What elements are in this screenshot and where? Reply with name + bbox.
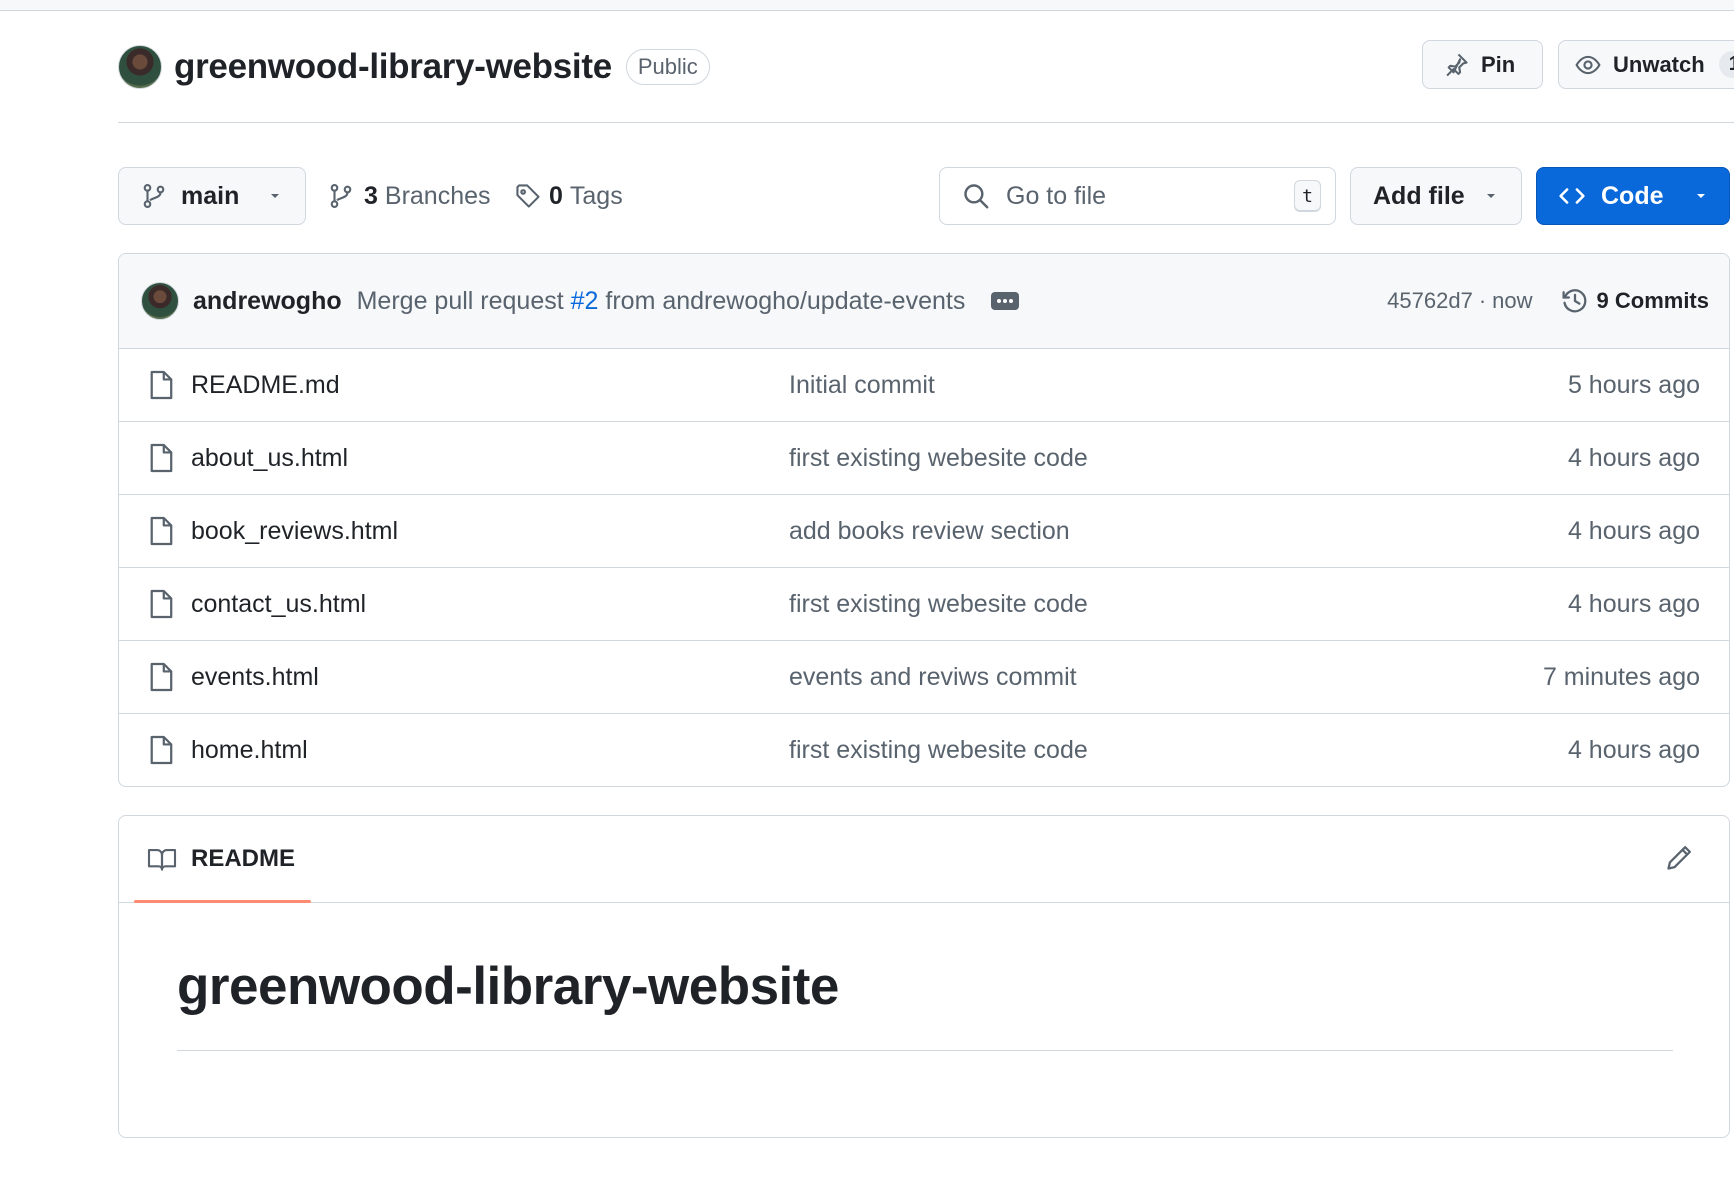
commit-message-suffix: from andrewogho/update-events xyxy=(605,286,966,315)
branch-name: main xyxy=(181,181,240,210)
file-table: andrewogho Merge pull request #2 from an… xyxy=(118,253,1730,787)
commits-history-link[interactable]: 9 Commits xyxy=(1561,287,1709,315)
pin-label: Pin xyxy=(1481,51,1516,77)
header-divider xyxy=(118,122,1734,123)
unwatch-button[interactable]: Unwatch 1 xyxy=(1558,40,1734,89)
code-label: Code xyxy=(1601,181,1664,210)
file-icon xyxy=(148,589,174,619)
caret-down-icon xyxy=(267,188,283,204)
file-icon xyxy=(148,735,174,765)
pencil-icon xyxy=(1665,844,1693,872)
pin-icon xyxy=(1443,52,1469,78)
file-name-link[interactable]: about_us.html xyxy=(191,444,789,473)
caret-down-icon xyxy=(1483,188,1499,204)
commit-author[interactable]: andrewogho xyxy=(193,287,342,316)
file-commit-message[interactable]: first existing webesite code xyxy=(789,590,1568,619)
readme-heading-rule xyxy=(177,1050,1673,1051)
book-icon xyxy=(147,846,177,872)
readme-tab-label: README xyxy=(191,845,296,872)
file-commit-age: 4 hours ago xyxy=(1567,589,1700,618)
pin-button[interactable]: Pin xyxy=(1422,40,1543,89)
edit-readme-button[interactable] xyxy=(1665,844,1693,872)
commit-author-avatar[interactable] xyxy=(141,282,179,320)
readme-heading: greenwood-library-website xyxy=(177,957,839,1016)
file-commit-message[interactable]: events and reviws commit xyxy=(789,663,1543,692)
commit-time: now xyxy=(1492,288,1533,313)
keyboard-shortcut-hint: t xyxy=(1294,180,1321,212)
file-commit-age: 4 hours ago xyxy=(1567,443,1700,472)
table-row[interactable]: README.md Initial commit 5 hours ago xyxy=(119,349,1729,422)
commit-message[interactable]: Merge pull request #2 from andrewogho/up… xyxy=(357,287,966,316)
file-icon xyxy=(148,443,174,473)
watch-count: 1 xyxy=(1718,51,1734,78)
pull-request-link[interactable]: #2 xyxy=(571,287,599,315)
search-icon xyxy=(962,182,990,210)
tags-count: 0 xyxy=(549,181,563,210)
commit-meta: 45762d7 · now 9 Commits xyxy=(1387,287,1709,315)
file-name-link[interactable]: contact_us.html xyxy=(191,590,789,619)
file-commit-message[interactable]: first existing webesite code xyxy=(789,736,1568,765)
file-name-link[interactable]: home.html xyxy=(191,736,789,765)
commit-sha[interactable]: 45762d7 xyxy=(1387,288,1473,314)
file-commit-age: 5 hours ago xyxy=(1567,370,1700,399)
table-row[interactable]: book_reviews.html add books review secti… xyxy=(119,495,1729,568)
file-commit-message[interactable]: add books review section xyxy=(789,517,1568,546)
caret-down-icon xyxy=(1693,188,1709,204)
eye-icon xyxy=(1575,52,1601,78)
table-row[interactable]: home.html first existing webesite code 4… xyxy=(119,714,1729,786)
commits-count-label: 9 Commits xyxy=(1596,288,1709,313)
git-branch-icon xyxy=(141,183,167,209)
file-icon xyxy=(148,662,174,692)
file-icon xyxy=(148,516,174,546)
git-branch-icon xyxy=(328,183,354,209)
file-commit-message[interactable]: Initial commit xyxy=(789,371,1568,400)
commit-message-prefix: Merge pull request xyxy=(356,286,564,315)
tags-label: Tags xyxy=(569,181,623,210)
unwatch-label: Unwatch xyxy=(1613,51,1705,77)
active-tab-indicator xyxy=(134,900,311,903)
repo-header: greenwood-library-website Public xyxy=(118,42,710,92)
branches-link[interactable]: 3 Branches xyxy=(328,176,491,216)
file-name-link[interactable]: events.html xyxy=(191,663,789,692)
file-name-link[interactable]: book_reviews.html xyxy=(191,517,789,546)
commit-meta-separator: · xyxy=(1478,288,1487,313)
search-placeholder: Go to file xyxy=(1006,181,1107,210)
table-row[interactable]: about_us.html first existing webesite co… xyxy=(119,422,1729,495)
add-file-label: Add file xyxy=(1373,181,1465,210)
branches-count: 3 xyxy=(364,181,378,210)
branches-label: Branches xyxy=(384,181,491,210)
tags-link[interactable]: 0 Tags xyxy=(515,176,623,216)
top-edge-bar xyxy=(0,0,1734,11)
expand-commit-message-button[interactable] xyxy=(991,292,1020,310)
table-row[interactable]: contact_us.html first existing webesite … xyxy=(119,568,1729,641)
file-name-link[interactable]: README.md xyxy=(191,371,789,400)
file-icon xyxy=(148,370,174,400)
visibility-badge: Public xyxy=(625,49,710,85)
tag-icon xyxy=(515,183,541,209)
add-file-button[interactable]: Add file xyxy=(1350,167,1522,225)
repo-title[interactable]: greenwood-library-website xyxy=(174,47,612,87)
history-icon xyxy=(1561,287,1589,315)
go-to-file-input[interactable]: Go to file t xyxy=(939,167,1336,225)
latest-commit-row: andrewogho Merge pull request #2 from an… xyxy=(119,254,1729,349)
owner-avatar[interactable] xyxy=(118,45,162,89)
file-commit-age: 4 hours ago xyxy=(1567,735,1700,764)
file-commit-message[interactable]: first existing webesite code xyxy=(789,444,1568,473)
readme-tab[interactable]: README xyxy=(119,816,1729,903)
code-icon xyxy=(1557,183,1587,209)
table-row[interactable]: events.html events and reviws commit 7 m… xyxy=(119,641,1729,714)
file-commit-age: 7 minutes ago xyxy=(1542,662,1700,691)
file-commit-age: 4 hours ago xyxy=(1567,516,1700,545)
code-button[interactable]: Code xyxy=(1536,167,1730,225)
branch-select-button[interactable]: main xyxy=(118,167,306,225)
readme-panel: README greenwood-library-website xyxy=(118,815,1730,1138)
